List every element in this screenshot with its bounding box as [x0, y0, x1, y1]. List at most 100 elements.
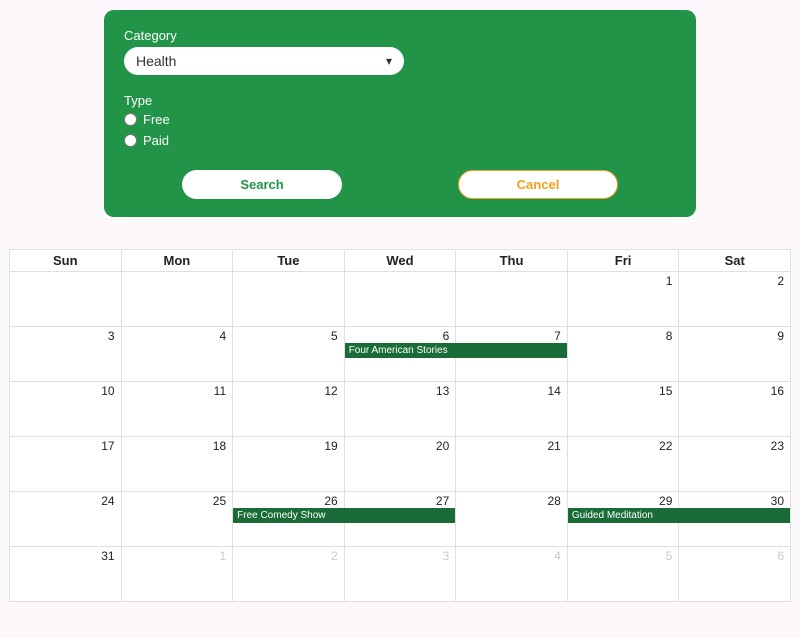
cancel-button[interactable]: Cancel	[458, 170, 618, 199]
day-number: 8	[666, 329, 673, 343]
calendar-day-header: Wed	[344, 250, 456, 272]
day-number: 29	[659, 494, 672, 508]
calendar-day-cell[interactable]: 23	[679, 437, 791, 492]
calendar-day-cell[interactable]: 13	[344, 382, 456, 437]
day-number: 9	[777, 329, 784, 343]
day-number: 14	[547, 384, 560, 398]
day-number: 16	[771, 384, 784, 398]
calendar-day-cell[interactable]: 9	[679, 327, 791, 382]
calendar-day-cell[interactable]: 5	[567, 547, 679, 602]
type-paid-radio[interactable]	[124, 134, 137, 147]
calendar-day-cell[interactable]: 2	[679, 272, 791, 327]
calendar-day-header: Thu	[456, 250, 568, 272]
category-select-wrap: Health	[124, 47, 404, 75]
category-label: Category	[124, 28, 676, 43]
calendar-day-cell[interactable]: 12	[233, 382, 345, 437]
calendar-day-cell[interactable]: 2	[233, 547, 345, 602]
category-select[interactable]: Health	[124, 47, 404, 75]
day-number: 7	[554, 329, 561, 343]
day-number: 21	[547, 439, 560, 453]
day-number: 28	[547, 494, 560, 508]
calendar-day-header: Sun	[10, 250, 122, 272]
calendar-event[interactable]: Guided Meditation	[568, 508, 790, 523]
type-label: Type	[124, 93, 676, 108]
calendar-day-header: Sat	[679, 250, 791, 272]
day-number: 30	[771, 494, 784, 508]
calendar-event[interactable]: Four American Stories	[345, 343, 567, 358]
calendar-day-cell[interactable]: 21	[456, 437, 568, 492]
day-number: 11	[214, 384, 226, 398]
type-free-label: Free	[143, 112, 170, 127]
calendar-day-cell[interactable]: 14	[456, 382, 568, 437]
calendar-event[interactable]: Free Comedy Show	[233, 508, 455, 523]
day-number: 25	[213, 494, 226, 508]
calendar-day-cell[interactable]	[121, 272, 233, 327]
day-number: 23	[771, 439, 784, 453]
calendar-day-cell[interactable]: 3	[344, 547, 456, 602]
calendar-day-cell[interactable]: 1	[567, 272, 679, 327]
calendar-day-cell[interactable]	[456, 272, 568, 327]
calendar-day-cell[interactable]: 19	[233, 437, 345, 492]
calendar-day-cell[interactable]: 31	[10, 547, 122, 602]
day-number: 6	[777, 549, 784, 563]
filter-buttons: Search Cancel	[124, 170, 676, 199]
calendar-day-cell[interactable]: 16	[679, 382, 791, 437]
day-number: 1	[219, 549, 226, 563]
calendar-grid: SunMonTueWedThuFriSat 123456Four America…	[9, 249, 791, 602]
day-number: 3	[443, 549, 450, 563]
type-paid-label: Paid	[143, 133, 169, 148]
calendar-day-cell[interactable]: 5	[233, 327, 345, 382]
day-number: 12	[324, 384, 337, 398]
calendar-day-cell[interactable]: 20	[344, 437, 456, 492]
type-free-radio[interactable]	[124, 113, 137, 126]
day-number: 15	[659, 384, 672, 398]
day-number: 2	[777, 274, 784, 288]
calendar-day-cell[interactable]: 6	[679, 547, 791, 602]
calendar-day-cell[interactable]: 3	[10, 327, 122, 382]
calendar-day-cell[interactable]	[233, 272, 345, 327]
calendar-day-cell[interactable]: 6Four American Stories	[344, 327, 456, 382]
day-number: 1	[666, 274, 673, 288]
calendar-day-cell[interactable]: 4	[456, 547, 568, 602]
calendar-day-cell[interactable]: 25	[121, 492, 233, 547]
calendar-day-cell[interactable]: 18	[121, 437, 233, 492]
calendar-day-cell[interactable]: 28	[456, 492, 568, 547]
day-number: 27	[436, 494, 449, 508]
day-number: 3	[108, 329, 115, 343]
day-number: 13	[436, 384, 449, 398]
day-number: 4	[554, 549, 561, 563]
calendar-day-cell[interactable]: 24	[10, 492, 122, 547]
day-number: 24	[101, 494, 114, 508]
type-paid-row: Paid	[124, 133, 676, 148]
day-number: 17	[101, 439, 114, 453]
day-number: 5	[666, 549, 673, 563]
calendar-day-cell[interactable]: 17	[10, 437, 122, 492]
search-button[interactable]: Search	[182, 170, 342, 199]
calendar-day-header: Mon	[121, 250, 233, 272]
day-number: 22	[659, 439, 672, 453]
calendar-day-cell[interactable]: 11	[121, 382, 233, 437]
calendar-day-cell[interactable]: 4	[121, 327, 233, 382]
calendar-day-cell[interactable]	[344, 272, 456, 327]
filter-panel: Category Health Type Free Paid Search Ca…	[104, 10, 696, 217]
day-number: 5	[331, 329, 338, 343]
calendar-day-header: Fri	[567, 250, 679, 272]
calendar-day-cell[interactable]: 15	[567, 382, 679, 437]
calendar-day-cell[interactable]: 10	[10, 382, 122, 437]
calendar-day-cell[interactable]	[10, 272, 122, 327]
calendar-day-cell[interactable]: 1	[121, 547, 233, 602]
day-number: 18	[213, 439, 226, 453]
day-number: 10	[101, 384, 114, 398]
calendar-day-cell[interactable]: 26Free Comedy Show	[233, 492, 345, 547]
calendar-day-cell[interactable]: 8	[567, 327, 679, 382]
calendar-day-cell[interactable]: 22	[567, 437, 679, 492]
type-free-row: Free	[124, 112, 676, 127]
day-number: 6	[443, 329, 450, 343]
calendar-day-cell[interactable]: 29Guided Meditation	[567, 492, 679, 547]
day-number: 26	[324, 494, 337, 508]
day-number: 20	[436, 439, 449, 453]
day-number: 31	[101, 549, 114, 563]
calendar-day-header: Tue	[233, 250, 345, 272]
day-number: 19	[324, 439, 337, 453]
day-number: 2	[331, 549, 338, 563]
